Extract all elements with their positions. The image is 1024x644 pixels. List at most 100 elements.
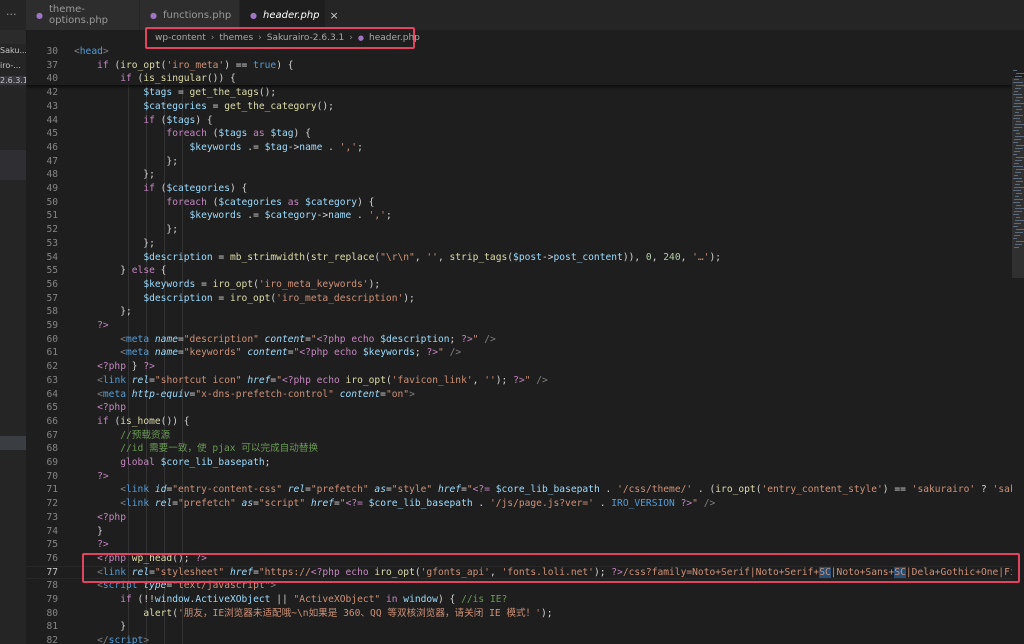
- tab-theme-options[interactable]: ● theme-options.php: [26, 0, 140, 30]
- token: (: [108, 415, 121, 427]
- token: $categories: [166, 183, 230, 194]
- token: if: [120, 73, 132, 85]
- code-line[interactable]: 53 };: [26, 237, 1012, 251]
- code-line[interactable]: 55 } else {: [26, 264, 1012, 278]
- code-line[interactable]: 56 $keywords = iro_opt('iro_meta_keyword…: [26, 278, 1012, 292]
- code-line[interactable]: 71 <link id="entry-content-css" rel="pre…: [26, 483, 1012, 497]
- token: ,: [680, 251, 693, 263]
- code-line[interactable]: 75 ?>: [26, 538, 1012, 552]
- line-number: 57: [46, 292, 58, 304]
- minimap[interactable]: [1012, 30, 1024, 644]
- minimap-line: [1016, 157, 1024, 158]
- minimap-line: [1014, 163, 1019, 164]
- code-line[interactable]: 73 <?php: [26, 511, 1012, 525]
- code-line[interactable]: 47 };: [26, 155, 1012, 169]
- code-line[interactable]: 45 foreach ($tags as $tag) {: [26, 127, 1012, 141]
- token: 'iro_meta_keywords': [258, 278, 369, 290]
- token: }: [74, 525, 103, 537]
- tab-functions[interactable]: ● functions.php: [140, 0, 240, 30]
- code-line[interactable]: 72 <link rel="prefetch" as="script" href…: [26, 497, 1012, 511]
- token: "keywords": [183, 347, 242, 359]
- code-line[interactable]: 54 $description = mb_strimwidth(str_repl…: [26, 251, 1012, 265]
- code-line[interactable]: 40 if (is_singular()) {: [26, 72, 1012, 86]
- minimap-line: [1016, 169, 1024, 170]
- code-line[interactable]: 62 <?php } ?>: [26, 360, 1012, 374]
- line-number: 68: [46, 443, 58, 455]
- code-line[interactable]: 82 </script>: [26, 634, 1012, 644]
- token: '': [426, 251, 438, 263]
- tab-header[interactable]: ● header.php ×: [240, 0, 339, 30]
- code-line[interactable]: 49 if ($categories) {: [26, 182, 1012, 196]
- token: ActiveXObject: [195, 594, 271, 605]
- code-line[interactable]: 74 }: [26, 525, 1012, 539]
- code-line[interactable]: 67 //预载资源: [26, 429, 1012, 443]
- code-line[interactable]: 52 };: [26, 223, 1012, 237]
- minimap-line: [1016, 205, 1021, 206]
- token: "entry-content-css": [172, 484, 282, 496]
- token: $post: [513, 251, 542, 263]
- token: script: [108, 635, 144, 644]
- breadcrumb-file[interactable]: header.php: [369, 33, 420, 43]
- token: name: [299, 141, 323, 153]
- code-line[interactable]: 68 //id 需要一致，使 pjax 可以完成自动替换: [26, 442, 1012, 456]
- token: ',': [368, 210, 386, 222]
- code-line[interactable]: 79 if (!!window.ActiveXObject || "Active…: [26, 593, 1012, 607]
- token: link: [126, 484, 150, 496]
- code-text: if ($categories) {: [74, 182, 247, 196]
- code-line[interactable]: 60 <meta name="description" content="<?p…: [26, 333, 1012, 347]
- minimap-line: [1014, 199, 1023, 200]
- token: ->: [316, 210, 329, 222]
- line-number: 66: [46, 415, 58, 427]
- breadcrumb-item[interactable]: wp-content: [155, 33, 206, 43]
- code-line[interactable]: 80 alert('朋友，IE浏览器未适配哦~\n如果是 360、QQ 等双核浏…: [26, 607, 1012, 621]
- token: );: [495, 374, 514, 386]
- code-line[interactable]: 46 $keywords .= $tag->name . ',';: [26, 141, 1012, 155]
- code-line[interactable]: 37 if (iro_opt('iro_meta') == true) {: [26, 59, 1012, 73]
- sidebar-item-sakurairo-2[interactable]: iro-...: [0, 61, 21, 70]
- token: true: [253, 59, 277, 71]
- code-line[interactable]: 44 if ($tags) {: [26, 114, 1012, 128]
- token: foreach: [166, 128, 207, 140]
- minimap-line: [1014, 91, 1018, 92]
- token: $categories: [218, 196, 282, 208]
- tab-label: functions.php: [162, 9, 232, 21]
- code-line[interactable]: 58 };: [26, 305, 1012, 319]
- minimap-line: [1014, 223, 1021, 224]
- token: <?php: [74, 511, 126, 523]
- code-line[interactable]: 63 <link rel="shortcut icon" href="<?php…: [26, 374, 1012, 388]
- token: $description: [143, 251, 213, 263]
- code-line[interactable]: 65 <?php: [26, 401, 1012, 415]
- code-line[interactable]: 59 ?>: [26, 319, 1012, 333]
- sidebar-item-sakurairo[interactable]: Saku...: [0, 46, 26, 55]
- token: else: [131, 265, 155, 277]
- token: meta: [126, 347, 150, 359]
- token: IRO_VERSION: [611, 498, 675, 510]
- code-line[interactable]: 51 $keywords .= $category->name . ',';: [26, 209, 1012, 223]
- token: );: [368, 278, 381, 290]
- close-icon[interactable]: ×: [330, 9, 339, 22]
- breadcrumb-item[interactable]: themes: [219, 33, 253, 43]
- sidebar-item-version[interactable]: 2.6.3.1: [0, 76, 26, 85]
- code-line[interactable]: 42 $tags = get_the_tags();: [26, 86, 1012, 100]
- token: (: [154, 183, 167, 194]
- breadcrumb-item[interactable]: Sakurairo-2.6.3.1: [267, 33, 345, 43]
- code-line[interactable]: 61 <meta name="keywords" content="<?php …: [26, 346, 1012, 360]
- token: $tags: [143, 87, 173, 99]
- code-line[interactable]: 48 };: [26, 168, 1012, 182]
- code-line[interactable]: 43 $categories = get_the_category();: [26, 100, 1012, 114]
- code-line[interactable]: 70 ?>: [26, 470, 1012, 484]
- token: $description: [143, 292, 213, 304]
- code-line[interactable]: 50 foreach ($categories as $category) {: [26, 196, 1012, 210]
- token: as: [253, 128, 265, 140]
- token: meta: [126, 333, 150, 345]
- code-line[interactable]: 66 if (is_home()) {: [26, 415, 1012, 429]
- line-number: 58: [46, 306, 58, 318]
- code-line[interactable]: 57 $description = iro_opt('iro_meta_desc…: [26, 292, 1012, 306]
- code-line[interactable]: 69 global $core_lib_basepath;: [26, 456, 1012, 470]
- code-line[interactable]: 81 }: [26, 620, 1012, 634]
- code-line[interactable]: 64 <meta http-equiv="x-dns-prefetch-cont…: [26, 388, 1012, 402]
- more-actions-icon[interactable]: ···: [6, 8, 17, 21]
- token: (: [206, 128, 219, 140]
